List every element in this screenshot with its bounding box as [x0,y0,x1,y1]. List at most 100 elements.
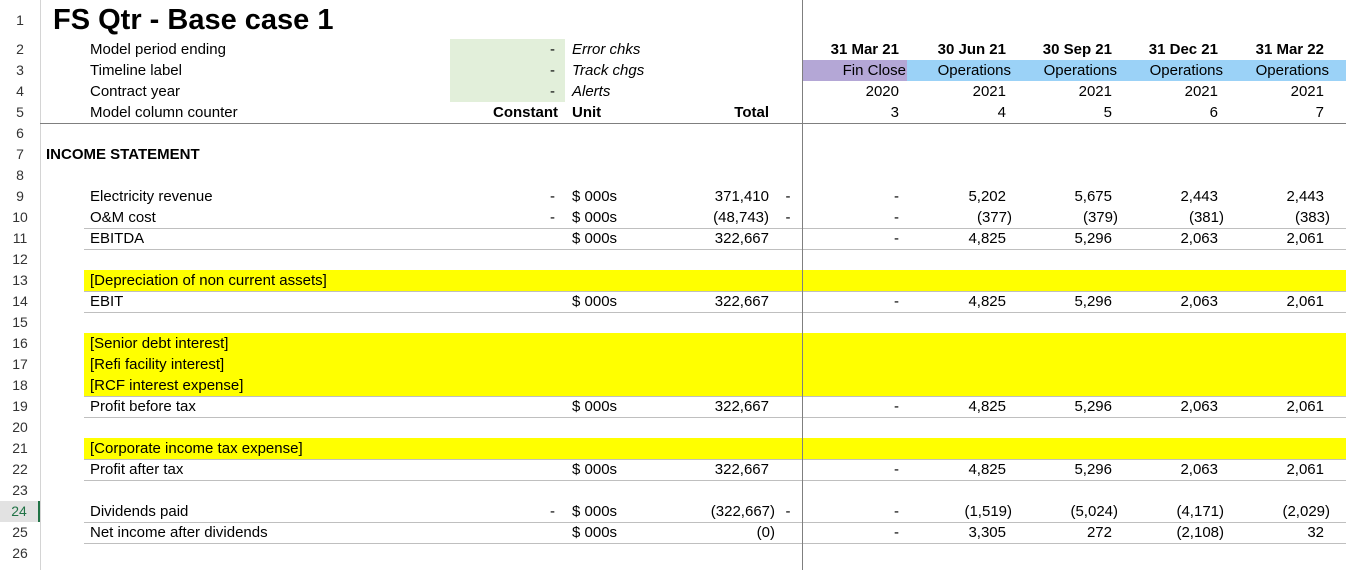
row-label[interactable]: EBITDA [90,228,144,249]
row-number[interactable]: 20 [0,417,40,438]
value-cell[interactable]: (2,029) [1225,501,1330,522]
row-number[interactable]: 22 [0,459,40,480]
period-counter[interactable]: 7 [1225,102,1324,123]
value-cell[interactable]: 2,063 [1119,228,1218,249]
value-cell[interactable]: (4,171) [1119,501,1224,522]
value-cell[interactable]: - [803,186,899,207]
value-cell[interactable]: - [803,501,899,522]
value-cell[interactable]: - [803,522,899,543]
value-cell[interactable]: 2,061 [1225,459,1324,480]
total-cell[interactable]: (48,743) [680,207,769,228]
period-date[interactable]: 31 Mar 22 [1225,39,1324,60]
value-cell[interactable]: 2,443 [1225,186,1324,207]
row-number[interactable]: 8 [0,165,40,186]
constant-cell[interactable]: - [500,186,555,207]
row-number-selected[interactable]: 24 [0,501,40,522]
row-number[interactable]: 19 [0,396,40,417]
row-label[interactable]: Profit after tax [90,459,183,480]
row-label[interactable]: [RCF interest expense] [90,375,243,396]
period-counter[interactable]: 3 [803,102,899,123]
period-year[interactable]: 2021 [1225,81,1324,102]
value-cell[interactable]: 2,061 [1225,291,1324,312]
period-label[interactable]: Fin Close [803,60,906,81]
period-label[interactable]: Operations [1119,60,1223,81]
value-cell[interactable]: 2,063 [1119,291,1218,312]
row-number[interactable]: 3 [0,60,40,81]
unit-cell[interactable]: $ 000s [572,459,617,480]
row-number[interactable]: 18 [0,375,40,396]
row-number[interactable]: 2 [0,39,40,60]
period-label[interactable]: Operations [907,60,1011,81]
value-cell[interactable]: - [803,396,899,417]
check-label[interactable]: Alerts [572,81,610,102]
value-cell[interactable]: 4,825 [907,459,1006,480]
header-label[interactable]: Timeline label [90,60,182,81]
period-date[interactable]: 31 Mar 21 [803,39,899,60]
row-number[interactable]: 7 [0,144,40,165]
row-number[interactable]: 4 [0,81,40,102]
unit-cell[interactable]: $ 000s [572,501,617,522]
value-cell[interactable]: 2,443 [1119,186,1218,207]
input-dash[interactable]: - [500,60,555,81]
period-counter[interactable]: 6 [1119,102,1218,123]
row-label[interactable]: Profit before tax [90,396,196,417]
period-label[interactable]: Operations [1225,60,1329,81]
input-dash[interactable]: - [500,81,555,102]
row-number[interactable]: 13 [0,270,40,291]
period-year[interactable]: 2021 [907,81,1006,102]
row-number[interactable]: 10 [0,207,40,228]
row-number[interactable]: 23 [0,480,40,501]
input-dash[interactable]: - [500,39,555,60]
row-label[interactable]: Net income after dividends [90,522,268,543]
value-cell[interactable]: 5,296 [1013,291,1112,312]
value-cell[interactable]: 5,202 [907,186,1006,207]
header-label[interactable]: Model period ending [90,39,226,60]
flag-cell[interactable]: - [778,501,798,522]
row-number[interactable]: 15 [0,312,40,333]
row-label[interactable]: Electricity revenue [90,186,213,207]
unit-cell[interactable]: $ 000s [572,291,617,312]
row-number[interactable]: 21 [0,438,40,459]
value-cell[interactable]: 4,825 [907,291,1006,312]
total-cell[interactable]: (322,667) [680,501,775,522]
value-cell[interactable]: 4,825 [907,396,1006,417]
flag-cell[interactable]: - [778,207,798,228]
total-cell[interactable]: 322,667 [680,228,769,249]
value-cell[interactable]: (377) [907,207,1012,228]
row-label[interactable]: [Refi facility interest] [90,354,224,375]
value-cell[interactable]: - [803,459,899,480]
unit-cell[interactable]: $ 000s [572,228,617,249]
constant-header[interactable]: Constant [470,102,558,123]
row-label[interactable]: [Senior debt interest] [90,333,228,354]
row-number[interactable]: 5 [0,102,40,123]
value-cell[interactable]: (1,519) [907,501,1012,522]
period-year[interactable]: 2020 [803,81,899,102]
value-cell[interactable]: 3,305 [907,522,1006,543]
value-cell[interactable]: (381) [1119,207,1224,228]
row-number[interactable]: 12 [0,249,40,270]
unit-cell[interactable]: $ 000s [572,186,617,207]
period-counter[interactable]: 5 [1013,102,1112,123]
constant-cell[interactable]: - [500,207,555,228]
period-year[interactable]: 2021 [1013,81,1112,102]
header-label[interactable]: Contract year [90,81,180,102]
check-label[interactable]: Error chks [572,39,640,60]
value-cell[interactable]: (2,108) [1119,522,1224,543]
unit-cell[interactable]: $ 000s [572,396,617,417]
total-cell[interactable]: (0) [680,522,775,543]
unit-cell[interactable]: $ 000s [572,522,617,543]
value-cell[interactable]: - [803,291,899,312]
check-label[interactable]: Track chgs [572,60,644,81]
value-cell[interactable]: 2,061 [1225,396,1324,417]
row-label[interactable]: [Depreciation of non current assets] [90,270,327,291]
value-cell[interactable]: 5,675 [1013,186,1112,207]
header-label[interactable]: Model column counter [90,102,238,123]
total-cell[interactable]: 322,667 [680,396,769,417]
section-heading[interactable]: INCOME STATEMENT [46,144,200,165]
row-number[interactable]: 1 [0,10,40,31]
total-cell[interactable]: 322,667 [680,291,769,312]
value-cell[interactable]: 2,061 [1225,228,1324,249]
row-number[interactable]: 14 [0,291,40,312]
constant-cell[interactable]: - [500,501,555,522]
period-date[interactable]: 31 Dec 21 [1119,39,1218,60]
